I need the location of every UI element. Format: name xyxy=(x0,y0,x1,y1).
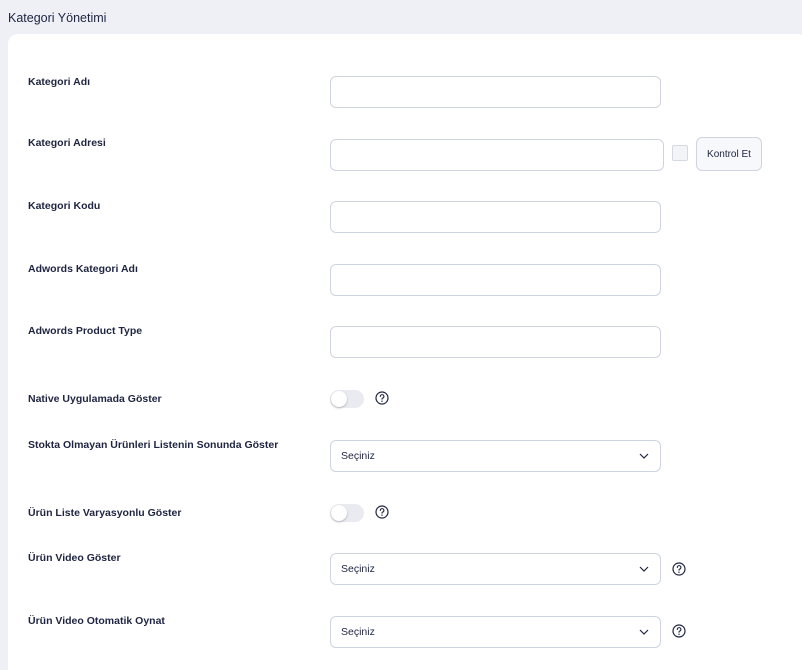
urun-video-otomatik-selected: Seçiniz xyxy=(341,626,375,638)
urun-video-goster-select[interactable]: Seçiniz xyxy=(330,553,661,585)
native-uygulama-label: Native Uygulamada Göster xyxy=(28,393,162,405)
adwords-product-type-input[interactable] xyxy=(330,326,661,358)
urun-video-otomatik-select[interactable]: Seçiniz xyxy=(330,616,661,648)
question-circle-icon[interactable] xyxy=(672,624,686,638)
stokta-olmayan-select[interactable]: Seçiniz xyxy=(330,440,661,472)
kategori-adresi-input[interactable] xyxy=(330,139,664,171)
adwords-product-type-label: Adwords Product Type xyxy=(28,325,143,337)
urun-liste-varyasyon-label: Ürün Liste Varyasyonlu Göster xyxy=(28,507,182,519)
kategori-adi-label: Kategori Adı xyxy=(28,76,91,88)
chevron-down-icon xyxy=(639,453,649,459)
page-title: Kategori Yönetimi xyxy=(8,11,107,25)
kategori-adi-input[interactable] xyxy=(330,76,661,108)
stokta-olmayan-label: Stokta Olmayan Ürünleri Listenin Sonunda… xyxy=(28,439,279,451)
stokta-olmayan-selected: Seçiniz xyxy=(341,450,375,462)
kontrol-et-button[interactable]: Kontrol Et xyxy=(696,137,762,171)
kategori-adresi-label: Kategori Adresi xyxy=(28,137,106,149)
question-circle-icon[interactable] xyxy=(672,562,686,576)
urun-video-goster-selected: Seçiniz xyxy=(341,563,375,575)
urun-liste-varyasyon-toggle[interactable] xyxy=(330,504,364,522)
kategori-kodu-label: Kategori Kodu xyxy=(28,200,101,212)
question-circle-icon[interactable] xyxy=(375,505,389,519)
question-circle-icon[interactable] xyxy=(375,391,389,405)
urun-video-otomatik-label: Ürün Video Otomatik Oynat xyxy=(28,615,165,627)
native-uygulama-toggle[interactable] xyxy=(330,390,364,408)
adwords-kategori-adi-input[interactable] xyxy=(330,264,661,296)
urun-video-goster-label: Ürün Video Göster xyxy=(28,552,121,564)
toggle-knob xyxy=(331,391,347,407)
kategori-adresi-checkbox[interactable] xyxy=(672,145,688,161)
toggle-knob xyxy=(331,505,347,521)
chevron-down-icon xyxy=(639,629,649,635)
chevron-down-icon xyxy=(639,566,649,572)
kategori-kodu-input[interactable] xyxy=(330,201,661,233)
adwords-kategori-adi-label: Adwords Kategori Adı xyxy=(28,263,138,275)
